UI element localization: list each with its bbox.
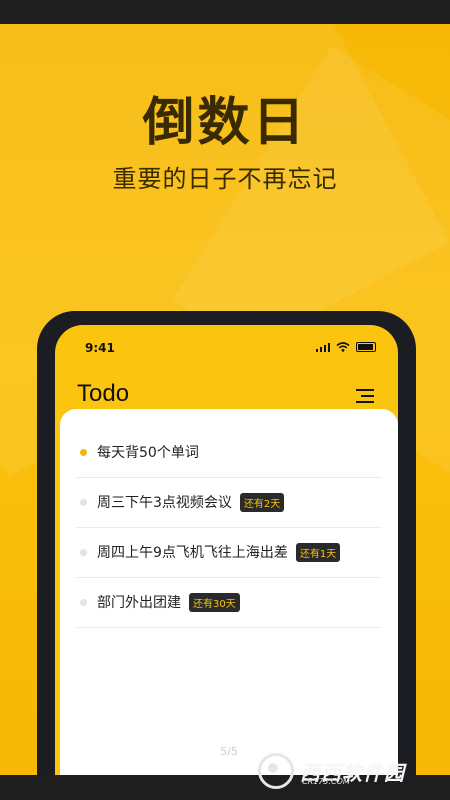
signal-icon (315, 342, 330, 352)
watermark-circle-icon (258, 753, 294, 789)
countdown-badge: 还有30天 (189, 592, 240, 612)
todo-card: 每天背50个单词 周三下午3点视频会议 还有2天 周四上午9点飞机飞往上海出差 … (60, 409, 398, 775)
battery-icon (356, 342, 376, 352)
todo-status-dot (80, 498, 87, 506)
todo-item[interactable]: 周三下午3点视频会议 还有2天 (76, 477, 382, 528)
todo-text: 周三下午3点视频会议 (97, 495, 232, 511)
phone-screen: 9:41 Todo 每天背50个单词 周三下午3点视频会议 还有2天 周四上午9… (55, 325, 398, 775)
watermark-logo: 西西软件园 CR173.COM (258, 751, 434, 791)
status-icons (315, 341, 376, 353)
phone-mockup: 9:41 Todo 每天背50个单词 周三下午3点视频会议 还有2天 周四上午9… (37, 311, 416, 775)
todo-item[interactable]: 周四上午9点飞机飞往上海出差 还有1天 (76, 527, 382, 578)
promo-poster: 倒数日 重要的日子不再忘记 9:41 Todo 每天背50个单词 周三下午3点视… (0, 24, 450, 775)
promo-headline: 倒数日 (142, 93, 308, 153)
todo-item[interactable]: 每天背50个单词 (76, 427, 382, 478)
countdown-badge: 还有1天 (295, 542, 341, 562)
todo-text: 部门外出团建 (97, 595, 181, 611)
top-status-strip (0, 0, 450, 24)
wifi-icon (336, 342, 350, 352)
promo-subline: 重要的日子不再忘记 (112, 165, 338, 193)
todo-status-dot (80, 548, 87, 556)
countdown-badge: 还有2天 (239, 492, 285, 512)
todo-status-dot (80, 598, 87, 606)
todo-status-dot (80, 448, 87, 456)
todo-text: 周四上午9点飞机飞往上海出差 (97, 545, 288, 561)
todo-text: 每天背50个单词 (97, 445, 199, 461)
todo-item[interactable]: 部门外出团建 还有30天 (76, 577, 382, 628)
menu-icon[interactable] (356, 388, 376, 404)
phone-status-bar: 9:41 (55, 325, 398, 359)
app-title: Todo (77, 380, 130, 407)
status-time: 9:41 (85, 341, 115, 355)
watermark-url: CR173.COM (302, 777, 350, 786)
